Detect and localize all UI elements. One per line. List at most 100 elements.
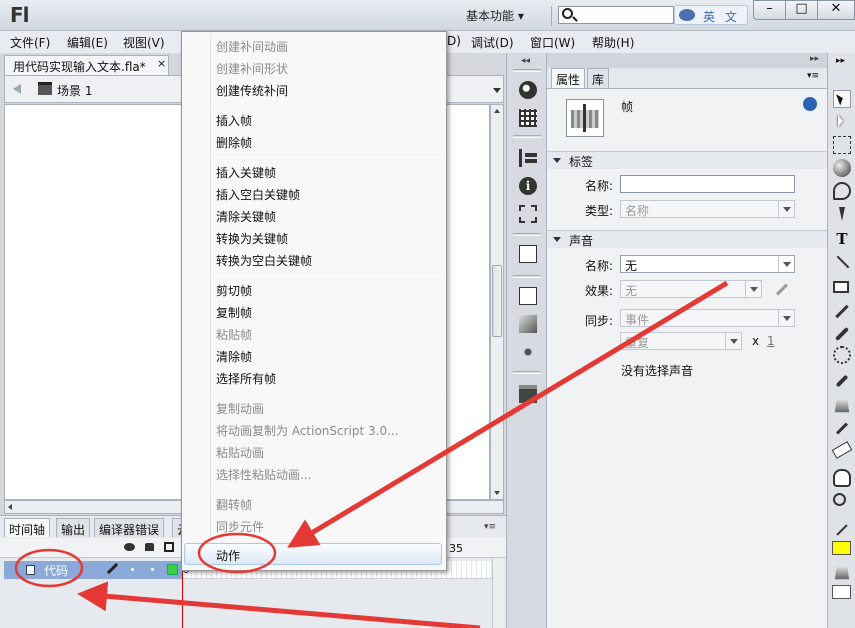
menu-item[interactable]: 插入帧 — [216, 112, 252, 129]
transform-icon[interactable] — [519, 205, 537, 223]
menu-item[interactable]: 将动画复制为 ActionScript 3.0... — [216, 422, 399, 439]
close-tab-icon[interactable]: × — [157, 57, 166, 70]
menu-item[interactable]: 创建补间动画 — [216, 38, 288, 55]
effect-select[interactable]: 无 — [620, 280, 762, 298]
swatches-icon[interactable] — [519, 109, 537, 127]
tab-timeline[interactable]: 时间轴 — [4, 518, 51, 537]
align-icon[interactable] — [519, 149, 537, 167]
eyedropper-tool-icon[interactable] — [833, 419, 851, 437]
actions-icon[interactable] — [519, 287, 537, 305]
repeat-count[interactable]: 1 — [767, 334, 775, 348]
free-transform-tool-icon[interactable] — [833, 136, 851, 154]
fill-color-swatch[interactable] — [832, 541, 851, 555]
stroke-color-icon[interactable] — [833, 521, 851, 539]
sync-select[interactable]: 事件 — [620, 309, 795, 327]
menu-item[interactable]: 剪切帧 — [216, 282, 252, 299]
tab-library[interactable]: 库 — [587, 68, 610, 88]
zoom-tool-icon[interactable] — [833, 493, 846, 506]
pencil-tool-icon[interactable] — [833, 302, 851, 320]
paint-bucket-tool-icon[interactable] — [834, 399, 850, 413]
collapse-panel-icon[interactable]: ▸▸ — [810, 54, 819, 64]
workspace-switcher[interactable]: 基本功能 ▾ — [466, 7, 524, 24]
close-window-button[interactable]: ✕ — [817, 0, 855, 20]
menu-item[interactable]: 转换为空白关键帧 — [216, 252, 312, 269]
lock-dot[interactable] — [151, 568, 154, 571]
menu-item[interactable]: 粘贴帧 — [216, 326, 252, 343]
code-snippets-icon[interactable] — [519, 245, 537, 263]
timeline-scrollbar[interactable] — [492, 558, 504, 628]
menu-item[interactable]: 插入关键帧 — [216, 164, 276, 181]
layer-outline-color[interactable] — [167, 564, 178, 575]
project-icon[interactable] — [519, 385, 537, 403]
menu-item[interactable]: 创建补间形状 — [216, 60, 288, 77]
line-tool-icon[interactable] — [833, 253, 851, 271]
menu-help[interactable]: 帮助(H) — [592, 34, 634, 51]
brush-tool-icon[interactable] — [833, 324, 851, 342]
tab-compiler-errors[interactable]: 编译器错误 — [94, 518, 165, 537]
menu-item[interactable]: 清除帧 — [216, 348, 252, 365]
brush-icon[interactable] — [519, 81, 537, 99]
label-type-select[interactable]: 名称 — [620, 200, 795, 218]
outline-icon[interactable] — [164, 542, 174, 552]
menu-item[interactable]: 选择所有帧 — [216, 370, 276, 387]
label-section-header[interactable]: 标签 — [547, 151, 827, 169]
menu-debug-fragment[interactable]: D) — [447, 34, 461, 48]
panel-menu-icon[interactable]: ▾≡ — [484, 522, 496, 532]
visibility-dot[interactable] — [131, 568, 134, 571]
menu-item[interactable]: 选择性粘贴动画... — [216, 466, 311, 483]
menu-edit[interactable]: 编辑(E) — [67, 34, 108, 51]
panel-menu-icon[interactable]: ▾≡ — [807, 71, 819, 81]
edit-envelope-icon[interactable] — [775, 283, 789, 296]
rectangle-tool-icon[interactable] — [833, 281, 849, 293]
maximize-button[interactable]: □ — [785, 0, 818, 20]
scrollbar-thumb[interactable] — [492, 265, 502, 337]
eye-icon[interactable] — [124, 543, 135, 551]
menu-item-actions[interactable]: 动作 — [184, 543, 442, 565]
motion-presets-icon[interactable] — [519, 343, 537, 361]
zoom-dropdown-icon[interactable] — [493, 88, 501, 93]
menu-item[interactable]: 同步元件 — [216, 518, 264, 535]
menu-view[interactable]: 视图(V) — [123, 34, 165, 51]
menu-item[interactable]: 翻转帧 — [216, 496, 252, 513]
menu-item[interactable]: 转换为关键帧 — [216, 230, 288, 247]
bone-tool-icon[interactable] — [833, 372, 851, 390]
lasso-tool-icon[interactable] — [833, 182, 851, 200]
layer-row[interactable]: 代码 — [4, 561, 182, 579]
selection-tool-icon[interactable] — [833, 90, 851, 108]
stage-vertical-scrollbar[interactable] — [490, 104, 504, 500]
menu-item[interactable]: 清除关键帧 — [216, 208, 276, 225]
expand-panels-icon[interactable]: ◂◂ — [521, 56, 530, 66]
menu-window[interactable]: 窗口(W) — [530, 34, 575, 51]
help-search-input[interactable] — [558, 6, 674, 24]
ime-indicator[interactable]: 英 文 — [674, 5, 748, 25]
back-arrow-icon[interactable] — [13, 84, 21, 94]
3d-rotation-tool-icon[interactable] — [833, 159, 851, 177]
document-tab[interactable]: 用代码实现输入文本.fla* × — [4, 55, 169, 75]
frame-name-input[interactable] — [620, 175, 795, 193]
repeat-select[interactable]: 重复 — [620, 332, 742, 350]
components-icon[interactable] — [519, 315, 537, 333]
hand-tool-icon[interactable] — [833, 469, 851, 487]
menu-item[interactable]: 复制帧 — [216, 304, 252, 321]
help-icon[interactable] — [803, 97, 817, 111]
sound-name-select[interactable]: 无 — [620, 255, 795, 273]
collapse-tools-icon[interactable]: ▸▸ — [836, 56, 845, 66]
deco-tool-icon[interactable] — [833, 346, 851, 364]
scroll-down-icon[interactable] — [494, 491, 500, 495]
fill-color-icon[interactable] — [834, 566, 850, 580]
lock-icon[interactable] — [145, 543, 154, 551]
sound-section-header[interactable]: 声音 — [547, 230, 827, 248]
scroll-left-icon[interactable] — [8, 504, 12, 510]
pen-tool-icon[interactable] — [833, 206, 851, 224]
menu-file[interactable]: 文件(F) — [10, 34, 50, 51]
scroll-up-icon[interactable] — [494, 109, 500, 113]
menu-item[interactable]: 插入空白关键帧 — [216, 186, 300, 203]
tab-properties[interactable]: 属性 — [551, 68, 586, 88]
minimize-button[interactable]: – — [753, 0, 786, 20]
tab-output[interactable]: 输出 — [56, 518, 91, 537]
menu-item[interactable]: 删除帧 — [216, 134, 252, 151]
menu-item[interactable]: 创建传统补间 — [216, 82, 288, 99]
menu-debug[interactable]: 调试(D) — [471, 34, 514, 51]
menu-item[interactable]: 粘贴动画 — [216, 444, 264, 461]
layer-name[interactable]: 代码 — [44, 562, 68, 579]
